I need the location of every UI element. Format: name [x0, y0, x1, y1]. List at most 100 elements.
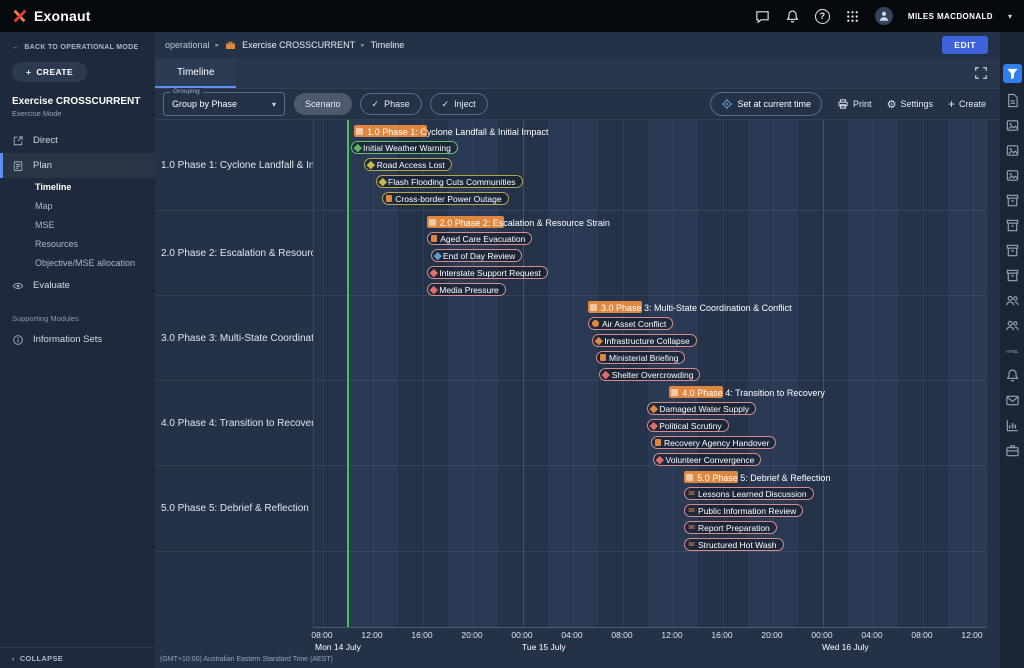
svg-text:HTML: HTML — [1006, 349, 1019, 354]
filter-chip-inject[interactable]: ✓Inject — [430, 93, 488, 115]
phase-bar-icon — [429, 219, 436, 226]
toolbar-actions: Set at current time Print ⚙ Settings + C… — [710, 92, 992, 116]
bell-icon[interactable] — [1005, 368, 1020, 383]
inject-chip[interactable]: ✉Structured Hot Wash — [684, 538, 783, 551]
filter-chip-phase[interactable]: ✓Phase — [360, 93, 422, 115]
archive-icon[interactable] — [1005, 193, 1020, 208]
sidebar-item-information-sets[interactable]: Information Sets — [0, 327, 155, 352]
chevron-down-icon[interactable]: ▾ — [1008, 12, 1012, 21]
sidebar-item-direct[interactable]: Direct — [0, 128, 155, 153]
collapse-button[interactable]: ‹ COLLAPSE — [0, 647, 155, 668]
inject-chip[interactable]: Air Asset Conflict — [588, 317, 673, 330]
briefcase-icon[interactable] — [1005, 443, 1020, 458]
inject-chip[interactable]: Interstate Support Request — [427, 266, 548, 279]
people-icon[interactable] — [1005, 293, 1020, 308]
tick-label: 20:00 — [761, 630, 782, 640]
create-button-sidebar[interactable]: + CREATE — [12, 62, 87, 82]
inject-label: Report Preparation — [698, 523, 770, 533]
sidebar-item-mse[interactable]: MSE — [0, 216, 155, 235]
inject-chip[interactable]: ✉Lessons Learned Discussion — [684, 487, 813, 500]
inject-chip[interactable]: Volunteer Convergence — [653, 453, 761, 466]
exercise-folder-icon — [225, 40, 236, 51]
inject-label: End of Day Review — [443, 251, 515, 261]
tick-label: 12:00 — [961, 630, 982, 640]
people-icon[interactable] — [1005, 318, 1020, 333]
user-name[interactable]: MILES MACDONALD — [908, 12, 993, 21]
breadcrumb-operational[interactable]: operational — [165, 40, 210, 50]
inject-chip[interactable]: ✉Report Preparation — [684, 521, 777, 534]
phase-bar[interactable]: 5.0 Phase 5: Debrief & Reflection — [684, 471, 738, 483]
archive-icon[interactable] — [1005, 218, 1020, 233]
breadcrumb-exercise[interactable]: Exercise CROSSCURRENT — [242, 40, 355, 50]
inject-chip[interactable]: Infrastructure Collapse — [592, 334, 697, 347]
tab-timeline[interactable]: Timeline — [155, 58, 236, 88]
filter-chip-scenario[interactable]: Scenario — [294, 93, 352, 115]
breadcrumb-separator-icon: ▸ — [216, 41, 220, 49]
chevron-left-icon: ‹ — [12, 654, 15, 663]
inject-chip[interactable]: ✉Public Information Review — [684, 504, 803, 517]
sidebar-item-evaluate[interactable]: Evaluate — [0, 273, 155, 298]
chart-icon[interactable] — [1005, 418, 1020, 433]
square-icon — [600, 354, 607, 361]
document-icon[interactable] — [1005, 93, 1020, 108]
inject-label: Damaged Water Supply — [659, 404, 749, 414]
inject-chip[interactable]: Shelter Overcrowding — [599, 368, 700, 381]
sidebar-item-label: Evaluate — [33, 280, 70, 291]
inject-chip[interactable]: Cross-border Power Outage — [382, 192, 509, 205]
filter-icon[interactable] — [1003, 64, 1022, 83]
timeline-row: 3.0 Phase 3: Multi-State Coordination & … — [314, 296, 986, 381]
inject-chip[interactable]: End of Day Review — [431, 249, 523, 262]
exercise-mode-label: Exercise Mode — [0, 107, 155, 124]
image-icon[interactable] — [1005, 168, 1020, 183]
sidebar-item-map[interactable]: Map — [0, 197, 155, 216]
inject-chip[interactable]: Political Scrutiny — [647, 419, 729, 432]
phase-bar[interactable]: 4.0 Phase 4: Transition to Recovery — [669, 386, 723, 398]
edit-button[interactable]: EDIT — [942, 36, 988, 54]
image-icon[interactable] — [1005, 143, 1020, 158]
settings-button[interactable]: ⚙ Settings — [887, 99, 933, 110]
phase-bar-label: 3.0 Phase 3: Multi-State Coordination & … — [601, 303, 792, 313]
timeline-row: 4.0 Phase 4: Transition to Recovery Damag… — [314, 381, 986, 466]
topbar: Exonaut ? MILES MACDONALD ▾ — [0, 0, 1024, 32]
archive-icon[interactable] — [1005, 268, 1020, 283]
avatar[interactable] — [875, 7, 893, 25]
inject-chip[interactable]: Media Pressure — [427, 283, 506, 296]
html-icon[interactable]: HTML — [1005, 343, 1020, 358]
sidebar-item-timeline[interactable]: Timeline — [0, 178, 155, 197]
diamond-icon — [367, 161, 375, 169]
create-button[interactable]: + Create — [948, 98, 986, 110]
phase-bar[interactable]: 2.0 Phase 2: Escalation & Resource Strai… — [427, 216, 505, 228]
inject-chip[interactable]: Recovery Agency Handover — [651, 436, 777, 449]
mail-icon[interactable] — [1005, 393, 1020, 408]
phase-bar-label: 4.0 Phase 4: Transition to Recovery — [682, 388, 825, 398]
help-icon[interactable]: ? — [815, 9, 830, 24]
archive-icon[interactable] — [1005, 243, 1020, 258]
set-current-time-button[interactable]: Set at current time — [710, 92, 823, 116]
inject-chip[interactable]: Initial Weather Warning — [351, 141, 458, 154]
inject-chip[interactable]: Flash Flooding Cuts Communities — [376, 175, 523, 188]
sidebar-item-resources[interactable]: Resources — [0, 235, 155, 254]
inject-chip[interactable]: Damaged Water Supply — [647, 402, 756, 415]
phase-bar[interactable]: 1.0 Phase 1: Cyclone Landfall & Initial … — [354, 125, 427, 137]
breadcrumb-timeline[interactable]: Timeline — [371, 40, 405, 50]
tick-label: 00:00 — [811, 630, 832, 640]
back-to-operational-link[interactable]: ← BACK TO OPERATIONAL MODE — [0, 32, 155, 53]
bell-icon[interactable] — [785, 9, 800, 24]
sidebar-item-objective-mse-allocation[interactable]: Objective/MSE allocation — [0, 254, 155, 273]
current-time-line — [347, 120, 349, 627]
fullscreen-icon[interactable] — [974, 66, 988, 80]
sidebar-item-label: Information Sets — [33, 334, 102, 345]
inject-chip[interactable]: Aged Care Evacuation — [427, 232, 533, 245]
grouping-select[interactable]: Grouping Group by Phase ▾ — [163, 92, 285, 116]
apps-icon[interactable] — [845, 9, 860, 24]
print-label: Print — [853, 99, 872, 109]
chat-icon[interactable] — [755, 9, 770, 24]
phase-bar[interactable]: 3.0 Phase 3: Multi-State Coordination & … — [588, 301, 642, 313]
row-label: 5.0 Phase 5: Debrief & Reflection — [155, 466, 313, 552]
row-label-text: 1.0 Phase 1: Cyclone Landfall & Initia..… — [161, 160, 313, 171]
inject-chip[interactable]: Road Access Lost — [364, 158, 452, 171]
image-icon[interactable] — [1005, 118, 1020, 133]
inject-chip[interactable]: Ministerial Briefing — [596, 351, 686, 364]
sidebar-item-plan[interactable]: Plan — [0, 153, 155, 178]
print-button[interactable]: Print — [837, 98, 872, 110]
